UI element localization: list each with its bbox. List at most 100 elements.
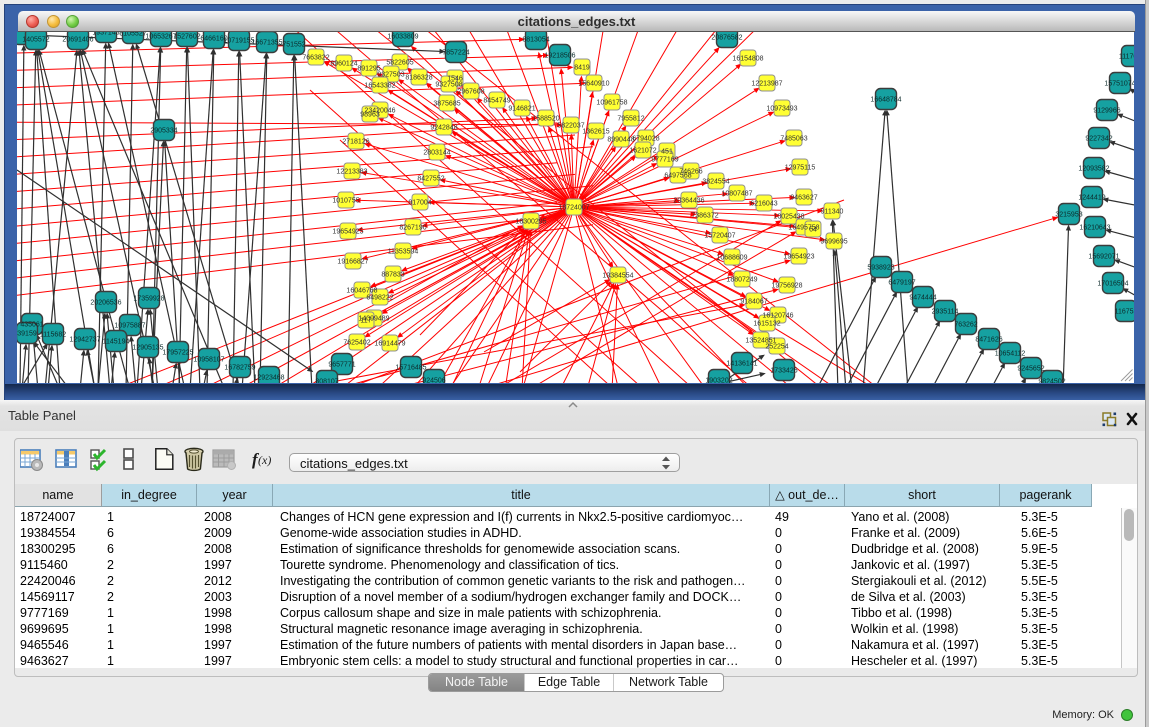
svg-text:1405572: 1405572: [22, 37, 49, 44]
svg-text:7857224: 7857224: [442, 50, 469, 57]
svg-text:451: 451: [661, 149, 673, 156]
svg-text:8471626: 8471626: [975, 337, 1002, 344]
svg-text:19218506: 19218506: [544, 53, 575, 60]
svg-text:15716485: 15716485: [395, 365, 426, 372]
svg-text:12213987: 12213987: [751, 81, 782, 88]
svg-text:19654925: 19654925: [332, 229, 363, 236]
svg-text:10654112: 10654112: [995, 351, 1026, 358]
svg-text:763262: 763262: [954, 322, 977, 329]
svg-text:12905135: 12905135: [132, 345, 163, 352]
svg-text:1117038: 1117038: [1119, 54, 1134, 61]
svg-text:3215953: 3215953: [1055, 212, 1082, 219]
svg-text:17359928: 17359928: [133, 296, 164, 303]
svg-text:10719155: 10719155: [223, 38, 254, 45]
svg-text:6216043: 6216043: [750, 201, 777, 208]
svg-text:1615132: 1615132: [753, 321, 780, 328]
svg-text:16671355: 16671355: [251, 40, 282, 47]
svg-text:2718126: 2718126: [342, 139, 369, 146]
svg-text:10025438: 10025438: [773, 214, 804, 221]
svg-text:1588520: 1588520: [532, 116, 559, 123]
svg-text:16120746: 16120746: [762, 313, 793, 320]
svg-text:9463627: 9463627: [790, 195, 817, 202]
svg-text:14136141: 14136141: [726, 361, 757, 368]
svg-text:16046768: 16046768: [346, 288, 377, 295]
svg-text:39159: 39159: [17, 331, 37, 338]
svg-text:19654923: 19654923: [783, 254, 814, 261]
svg-text:1010755: 1010755: [332, 198, 359, 205]
svg-text:9129966: 9129966: [1093, 108, 1120, 115]
svg-text:9327508: 9327508: [435, 82, 462, 89]
svg-text:1733426: 1733426: [770, 368, 797, 375]
svg-text:8990448: 8990448: [607, 137, 634, 144]
svg-text:8105527: 8105527: [119, 32, 146, 38]
svg-text:16648784: 16648784: [870, 97, 901, 104]
svg-text:808107: 808107: [315, 379, 338, 384]
svg-text:3824554: 3824554: [702, 179, 729, 186]
svg-text:9699695: 9699695: [820, 239, 847, 246]
svg-text:887833: 887833: [381, 272, 404, 279]
svg-text:19384554: 19384554: [602, 273, 633, 280]
svg-text:6794028: 6794028: [632, 136, 659, 143]
svg-text:117: 117: [360, 318, 371, 325]
svg-text:16154808: 16154808: [732, 56, 763, 63]
svg-text:917004: 917004: [408, 200, 431, 207]
svg-text:16033809: 16033809: [387, 34, 418, 41]
svg-text:8813054: 8813054: [522, 37, 549, 44]
svg-text:11353594: 11353594: [388, 249, 419, 256]
svg-text:19166827: 19166827: [337, 259, 368, 266]
svg-text:7386372: 7386372: [691, 213, 718, 220]
svg-text:18300295: 18300295: [515, 219, 546, 226]
svg-text:3875685: 3875685: [433, 101, 460, 108]
svg-text:10975887: 10975887: [114, 323, 145, 330]
svg-text:10973493: 10973493: [766, 106, 797, 113]
svg-text:98963: 98963: [360, 112, 380, 119]
svg-text:9146821: 9146821: [508, 106, 535, 113]
svg-text:2905334: 2905334: [150, 128, 177, 135]
svg-text:5822037: 5822037: [557, 123, 584, 130]
svg-text:1527602: 1527602: [173, 34, 200, 41]
svg-text:924506: 924506: [422, 378, 445, 384]
svg-text:9184067: 9184067: [740, 299, 767, 306]
svg-text:1937143: 1937143: [92, 32, 119, 37]
svg-text:9777169: 9777169: [651, 157, 678, 164]
svg-text:20364436: 20364436: [673, 198, 704, 205]
svg-text:17957225: 17957225: [162, 350, 193, 357]
svg-text:12093582: 12093582: [1078, 166, 1109, 173]
svg-text:12975115: 12975115: [785, 165, 816, 172]
svg-text:8960124: 8960124: [330, 61, 357, 68]
svg-text:1362615: 1362615: [582, 129, 609, 136]
svg-text:8427552: 8427552: [417, 176, 444, 183]
svg-text:20206536: 20206536: [90, 300, 121, 307]
svg-text:12923468: 12923468: [253, 375, 284, 382]
svg-text:9227342: 9227342: [1085, 136, 1112, 143]
svg-text:5938923: 5938923: [867, 265, 894, 272]
svg-text:9474444: 9474444: [909, 295, 936, 302]
svg-text:10807487: 10807487: [721, 191, 752, 198]
svg-text:6479197: 6479197: [888, 280, 915, 287]
svg-text:8267190: 8267190: [399, 225, 426, 232]
svg-text:20691406: 20691406: [62, 37, 93, 44]
svg-text:18724007: 18724007: [558, 205, 589, 212]
svg-text:7663822: 7663822: [302, 55, 329, 62]
svg-text:10653267: 10653267: [145, 34, 176, 41]
svg-text:10688609: 10688609: [716, 255, 747, 262]
svg-text:12942737: 12942737: [69, 337, 100, 344]
svg-text:15720407: 15720407: [704, 233, 735, 240]
svg-text:5822605: 5822605: [386, 60, 413, 67]
svg-text:2967608: 2967608: [457, 89, 484, 96]
svg-text:8186328: 8186328: [405, 75, 432, 82]
svg-text:7955812: 7955812: [617, 116, 644, 123]
svg-text:116753: 116753: [1115, 309, 1134, 316]
svg-text:2935114: 2935114: [932, 309, 959, 316]
svg-text:9824502: 9824502: [1038, 379, 1065, 384]
svg-text:7625402: 7625402: [343, 340, 370, 347]
svg-text:911340: 911340: [821, 209, 844, 216]
svg-text:751552: 751552: [282, 42, 305, 49]
svg-text:18807249: 18807249: [726, 277, 757, 284]
svg-text:9327503: 9327503: [377, 72, 404, 79]
svg-text:16782759: 16782759: [224, 365, 255, 372]
svg-text:16914479: 16914479: [374, 341, 405, 348]
svg-text:16210643: 16210643: [1079, 225, 1110, 232]
svg-text:19756928: 19756928: [771, 283, 802, 290]
svg-text:6498222: 6498222: [366, 295, 393, 302]
